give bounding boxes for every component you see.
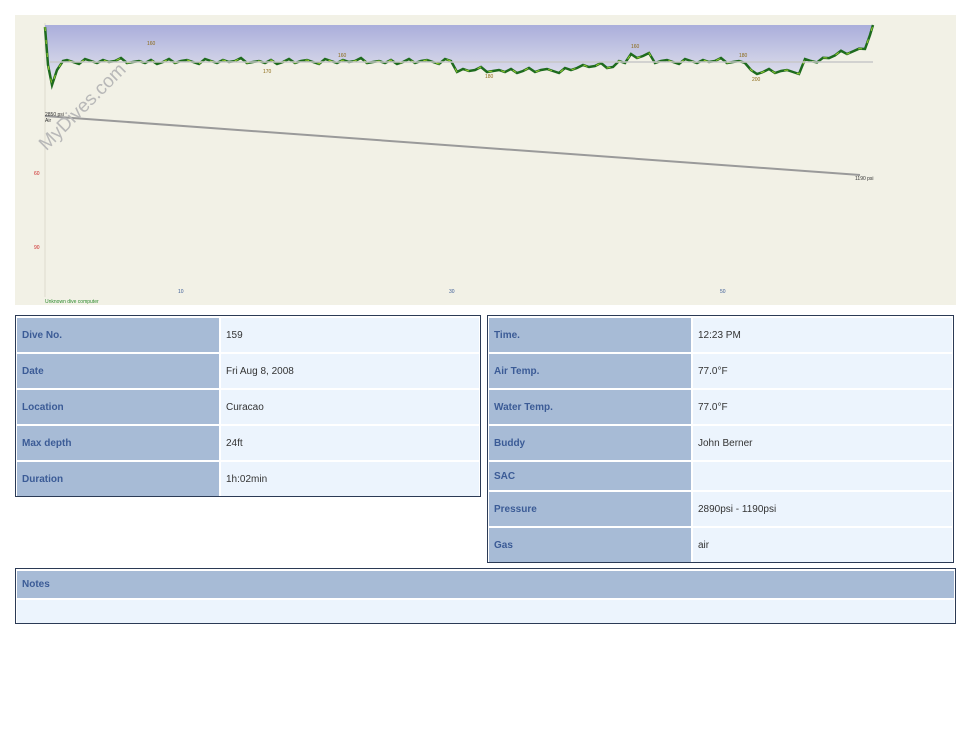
table-row: Duration 1h:02min — [17, 462, 479, 496]
notes-label: Notes — [17, 571, 954, 598]
field-value — [693, 462, 952, 490]
field-label: Time. — [489, 318, 691, 352]
y-tick-label: 60 — [34, 171, 40, 177]
x-tick-label: 10 — [178, 289, 184, 295]
table-row: SAC — [489, 462, 952, 490]
field-value: 159 — [221, 318, 479, 352]
depth-marker: 180 — [485, 74, 494, 80]
field-value: Fri Aug 8, 2008 — [221, 354, 479, 388]
field-value: 1h:02min — [221, 462, 479, 496]
depth-marker: 200 — [752, 77, 761, 83]
notes-value — [17, 600, 954, 623]
field-label: Max depth — [17, 426, 219, 460]
field-label: Pressure — [489, 492, 691, 526]
table-row: Water Temp. 77.0°F — [489, 390, 952, 424]
field-value: John Berner — [693, 426, 952, 460]
field-value: 2890psi - 1190psi — [693, 492, 952, 526]
x-tick-label: 50 — [720, 289, 726, 295]
field-value: 77.0°F — [693, 354, 952, 388]
field-value: 77.0°F — [693, 390, 952, 424]
dive-computer-label: Unknown dive computer — [45, 299, 99, 305]
field-label: Duration — [17, 462, 219, 496]
depth-area-fill — [45, 25, 873, 85]
table-row: Air Temp. 77.0°F — [489, 354, 952, 388]
table-row: Buddy John Berner — [489, 426, 952, 460]
depth-marker: 160 — [147, 41, 156, 47]
table-row: Max depth 24ft — [17, 426, 479, 460]
notes-section: Notes — [15, 568, 956, 624]
pressure-end-label: 1190 psi — [855, 176, 874, 182]
table-row: Location Curacao — [17, 390, 479, 424]
field-label: Buddy — [489, 426, 691, 460]
dive-summary-table: Dive No. 159 Date Fri Aug 8, 2008 Location Cu… — [15, 315, 481, 497]
field-value: 24ft — [221, 426, 479, 460]
field-label: Location — [17, 390, 219, 424]
depth-marker: 160 — [338, 53, 347, 59]
y-tick-label: 90 — [34, 245, 40, 251]
table-row: Time. 12:23 PM — [489, 318, 952, 352]
depth-marker: 160 — [631, 44, 640, 50]
field-label: Water Temp. — [489, 390, 691, 424]
pressure-line — [44, 115, 861, 176]
dive-profile-svg: 2850 psi Air 1190 psi 60 90 10 30 50 160… — [34, 23, 875, 305]
depth-marker: 180 — [739, 53, 748, 59]
table-row: Dive No. 159 — [17, 318, 479, 352]
field-label: Gas — [489, 528, 691, 562]
field-value: 12:23 PM — [693, 318, 952, 352]
field-value: air — [693, 528, 952, 562]
field-label: SAC — [489, 462, 691, 490]
field-label: Air Temp. — [489, 354, 691, 388]
field-value: Curacao — [221, 390, 479, 424]
dive-conditions-table: Time. 12:23 PM Air Temp. 77.0°F Water Temp. 7… — [487, 315, 954, 563]
table-row: Gas air — [489, 528, 952, 562]
table-row: Pressure 2890psi - 1190psi — [489, 492, 952, 526]
field-label: Date — [17, 354, 219, 388]
field-label: Dive No. — [17, 318, 219, 352]
table-row: Date Fri Aug 8, 2008 — [17, 354, 479, 388]
x-tick-label: 30 — [449, 289, 455, 295]
dive-profile-chart: 2850 psi Air 1190 psi 60 90 10 30 50 160… — [15, 15, 956, 305]
depth-marker: 170 — [263, 69, 272, 75]
